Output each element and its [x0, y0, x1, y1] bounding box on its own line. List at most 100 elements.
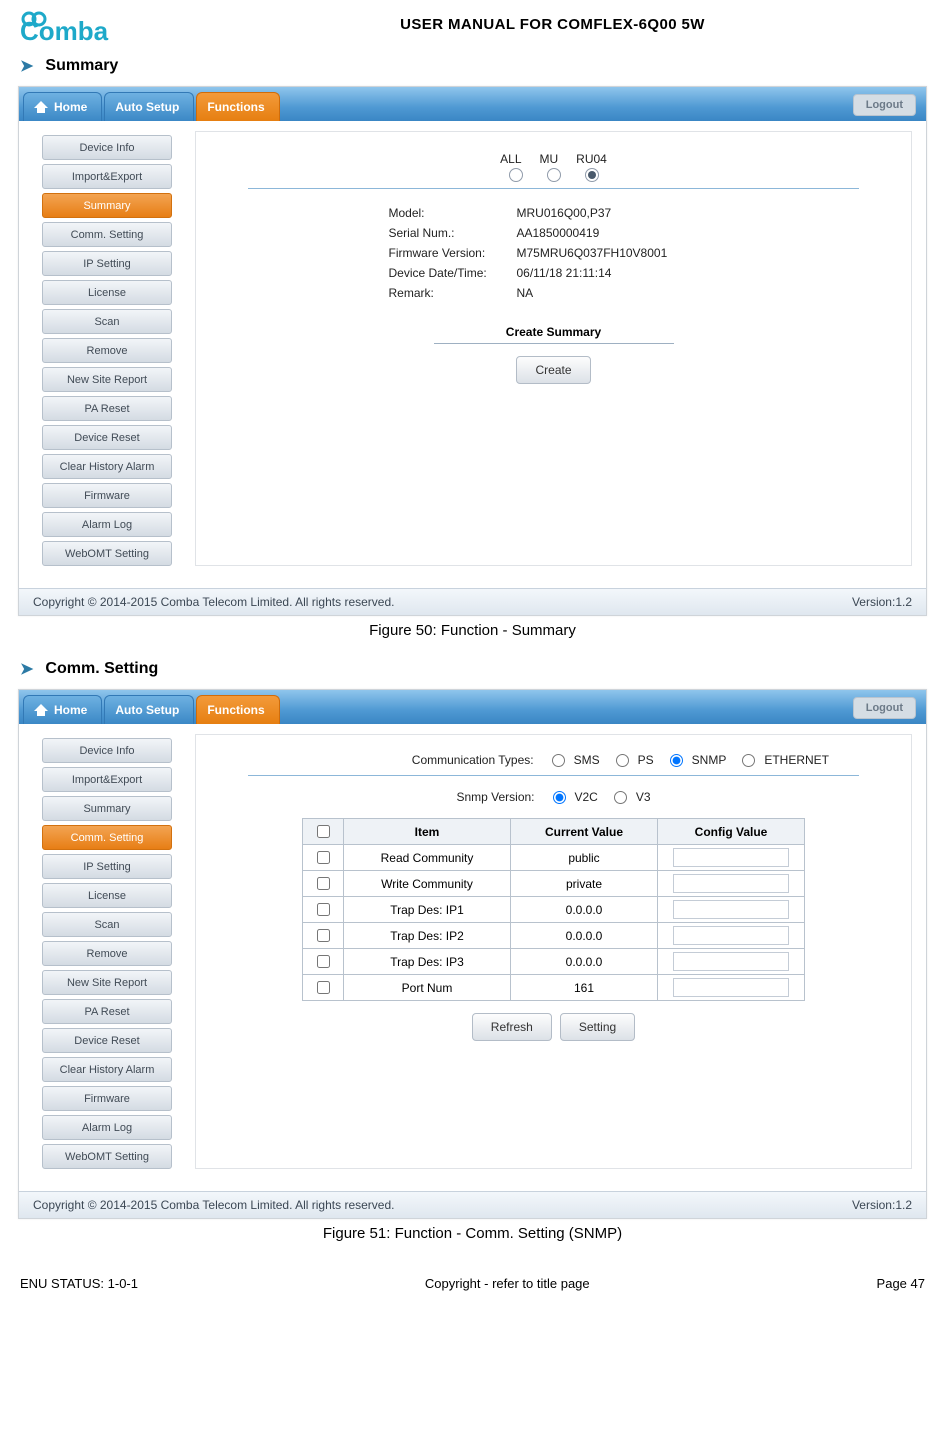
row-checkbox[interactable] [317, 877, 330, 890]
table-header-config: Config Value [658, 819, 805, 845]
table-row: Write Communityprivate [303, 871, 805, 897]
row-item: Trap Des: IP2 [344, 923, 511, 949]
triangle-bullet-icon: ➤ [20, 659, 33, 679]
sidebar-item-comm-setting[interactable]: Comm. Setting [42, 825, 172, 850]
snmp-ver-radio-v2c[interactable] [553, 791, 566, 804]
sidebar-item-new-site-report[interactable]: New Site Report [42, 367, 172, 392]
sidebar-item-summary[interactable]: Summary [42, 193, 172, 218]
selector-radio-all[interactable] [509, 168, 523, 182]
table-row: Trap Des: IP10.0.0.0 [303, 897, 805, 923]
sidebar-item-import-export[interactable]: Import&Export [42, 767, 172, 792]
sidebar-item-pa-reset[interactable]: PA Reset [42, 999, 172, 1024]
snmp-version-label: Snmp Version: [456, 790, 534, 804]
snmp-ver-radio-v3[interactable] [614, 791, 627, 804]
refresh-button[interactable]: Refresh [472, 1013, 552, 1041]
sidebar-item-device-reset[interactable]: Device Reset [42, 1028, 172, 1053]
selector-label-ru04: RU04 [576, 152, 607, 166]
nav-tab-autosetup[interactable]: Auto Setup [104, 695, 194, 724]
comm-type-radio-ps[interactable] [616, 754, 629, 767]
row-current: private [511, 871, 658, 897]
row-config-input[interactable] [673, 848, 789, 867]
table-row: Trap Des: IP20.0.0.0 [303, 923, 805, 949]
sidebar-item-device-info[interactable]: Device Info [42, 135, 172, 160]
nav-home-label: Home [54, 100, 87, 114]
footer-page-number: Page 47 [877, 1276, 925, 1291]
nav-tab-functions[interactable]: Functions [196, 695, 279, 724]
selector-radio-ru04[interactable] [585, 168, 599, 182]
select-all-checkbox[interactable] [317, 825, 330, 838]
row-checkbox[interactable] [317, 981, 330, 994]
setting-button[interactable]: Setting [560, 1013, 635, 1041]
info-serial-value: AA1850000419 [517, 223, 600, 243]
info-model-value: MRU016Q00,P37 [517, 203, 612, 223]
sidebar-item-firmware[interactable]: Firmware [42, 1086, 172, 1111]
sidebar-item-license[interactable]: License [42, 883, 172, 908]
sidebar-item-ip-setting[interactable]: IP Setting [42, 854, 172, 879]
info-remark-label: Remark: [389, 283, 507, 303]
sidebar-item-pa-reset[interactable]: PA Reset [42, 396, 172, 421]
row-config-input[interactable] [673, 952, 789, 971]
sidebar-item-scan[interactable]: Scan [42, 912, 172, 937]
nav-tab-functions[interactable]: Functions [196, 92, 279, 121]
nav-tab-autosetup[interactable]: Auto Setup [104, 92, 194, 121]
app-topbar: Home Auto Setup Functions Logout [19, 690, 926, 724]
sidebar-item-scan[interactable]: Scan [42, 309, 172, 334]
app-window-summary: Home Auto Setup Functions Logout Device … [18, 86, 927, 616]
row-current: 161 [511, 975, 658, 1001]
nav-functions-label: Functions [207, 100, 264, 114]
home-icon [34, 101, 48, 113]
row-checkbox[interactable] [317, 903, 330, 916]
nav-tab-home[interactable]: Home [23, 92, 102, 121]
table-row: Trap Des: IP30.0.0.0 [303, 949, 805, 975]
comm-type-snmp: SNMP [692, 753, 727, 767]
table-header-check [303, 819, 344, 845]
sidebar-item-device-info[interactable]: Device Info [42, 738, 172, 763]
sidebar-item-new-site-report[interactable]: New Site Report [42, 970, 172, 995]
row-checkbox[interactable] [317, 851, 330, 864]
sidebar-item-webomt-setting[interactable]: WebOMT Setting [42, 541, 172, 566]
logout-button[interactable]: Logout [853, 94, 916, 116]
sidebar-item-license[interactable]: License [42, 280, 172, 305]
sidebar-item-webomt-setting[interactable]: WebOMT Setting [42, 1144, 172, 1169]
row-config-input[interactable] [673, 978, 789, 997]
document-title: USER MANUAL FOR COMFLEX-6Q00 5W [178, 16, 927, 33]
comm-type-radio-ethernet[interactable] [742, 754, 755, 767]
info-datetime-value: 06/11/18 21:11:14 [517, 263, 612, 283]
logout-button[interactable]: Logout [853, 697, 916, 719]
sidebar-item-comm-setting[interactable]: Comm. Setting [42, 222, 172, 247]
comm-type-radio-sms[interactable] [552, 754, 565, 767]
app-topbar: Home Auto Setup Functions Logout [19, 87, 926, 121]
selector-radio-mu[interactable] [547, 168, 561, 182]
sidebar-item-remove[interactable]: Remove [42, 941, 172, 966]
create-button[interactable]: Create [516, 356, 590, 384]
row-checkbox[interactable] [317, 929, 330, 942]
sidebar-item-alarm-log[interactable]: Alarm Log [42, 512, 172, 537]
sidebar-item-alarm-log[interactable]: Alarm Log [42, 1115, 172, 1140]
comm-type-radio-snmp[interactable] [670, 754, 683, 767]
sidebar-item-import-export[interactable]: Import&Export [42, 164, 172, 189]
sidebar-item-clear-history-alarm[interactable]: Clear History Alarm [42, 1057, 172, 1082]
sidebar-item-firmware[interactable]: Firmware [42, 483, 172, 508]
comm-type-sms: SMS [574, 753, 600, 767]
section-heading-summary: Summary [45, 57, 118, 75]
sidebar-item-device-reset[interactable]: Device Reset [42, 425, 172, 450]
table-header-item: Item [344, 819, 511, 845]
nav-functions-label: Functions [207, 703, 264, 717]
row-config-input[interactable] [673, 926, 789, 945]
row-item: Read Community [344, 845, 511, 871]
row-current: 0.0.0.0 [511, 897, 658, 923]
row-checkbox[interactable] [317, 955, 330, 968]
figure-50-caption: Figure 50: Function - Summary [18, 622, 927, 639]
app-footer-copyright: Copyright © 2014-2015 Comba Telecom Limi… [33, 595, 394, 609]
sidebar-item-ip-setting[interactable]: IP Setting [42, 251, 172, 276]
sidebar-item-summary[interactable]: Summary [42, 796, 172, 821]
row-config-input[interactable] [673, 874, 789, 893]
app-window-comm: Home Auto Setup Functions Logout Device … [18, 689, 927, 1219]
nav-tab-home[interactable]: Home [23, 695, 102, 724]
divider [248, 188, 859, 189]
sidebar-item-remove[interactable]: Remove [42, 338, 172, 363]
comm-type-ps: PS [638, 753, 654, 767]
sidebar-item-clear-history-alarm[interactable]: Clear History Alarm [42, 454, 172, 479]
app-footer-copyright: Copyright © 2014-2015 Comba Telecom Limi… [33, 1198, 394, 1212]
row-config-input[interactable] [673, 900, 789, 919]
